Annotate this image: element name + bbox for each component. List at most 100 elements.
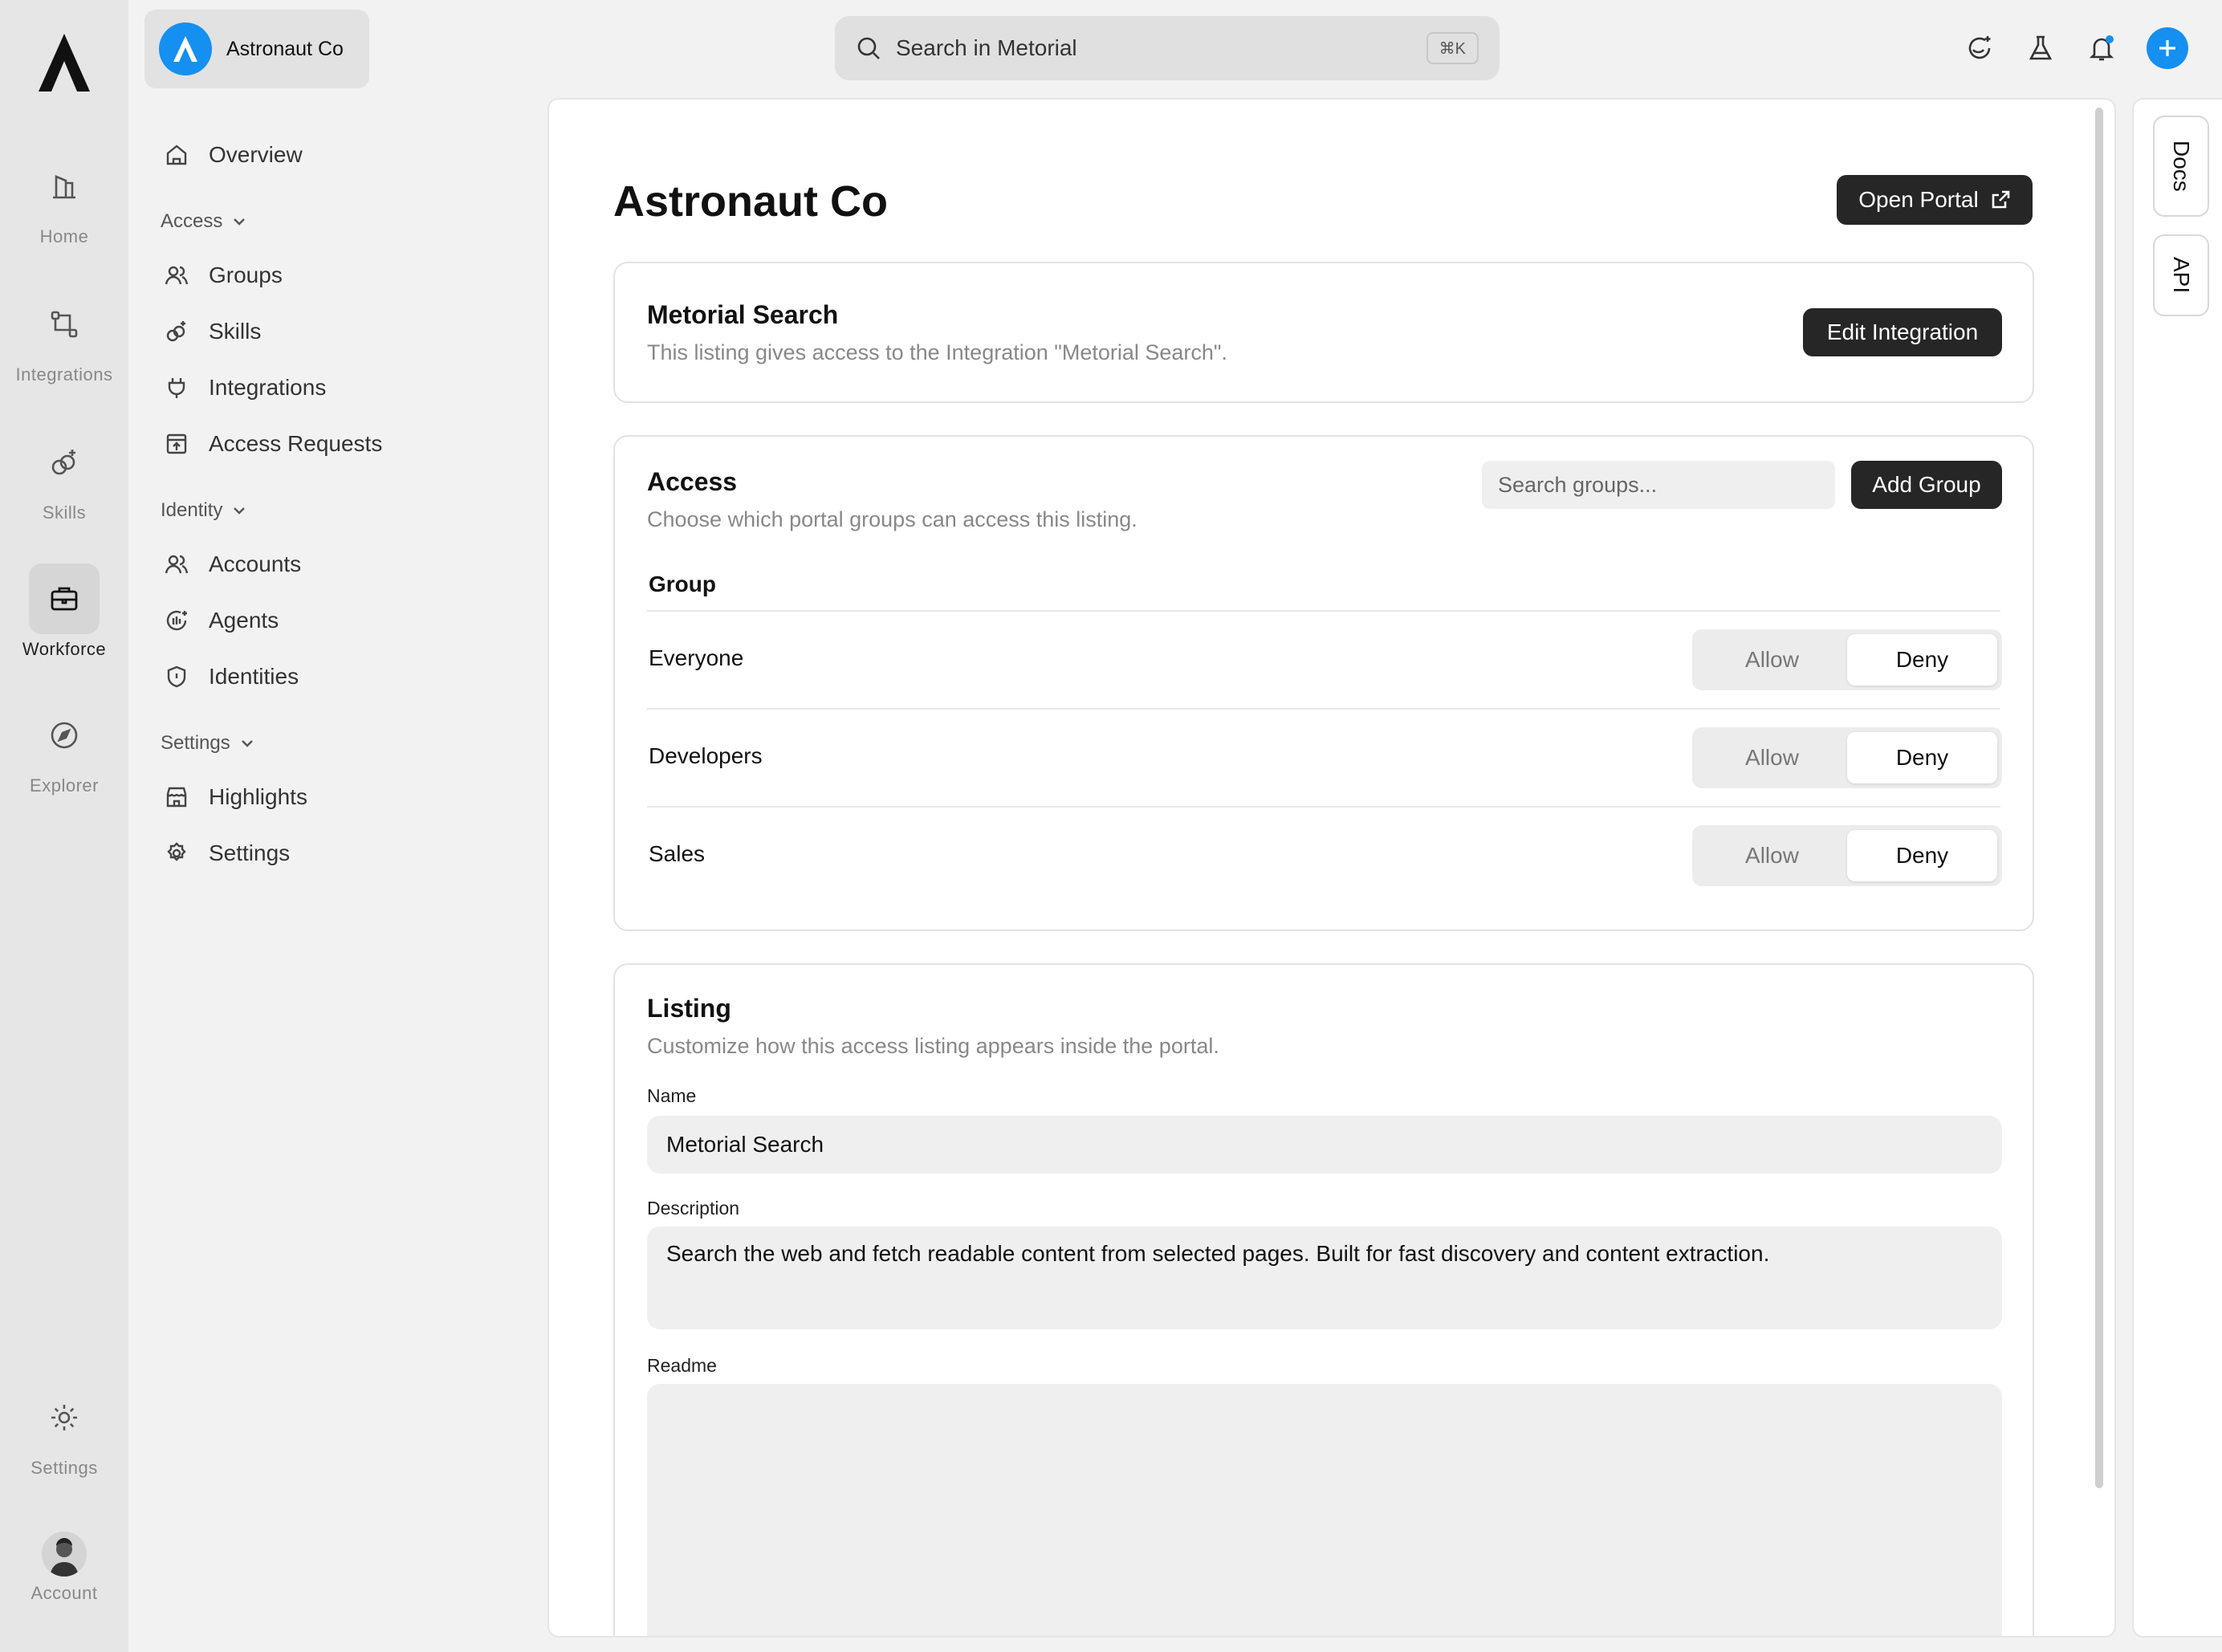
sidebar-item-label: Groups <box>209 262 283 287</box>
metorial-logo-icon[interactable] <box>35 31 93 95</box>
divider <box>647 610 2000 612</box>
integrations-icon <box>29 289 100 360</box>
sidebar-group-label: Access <box>161 210 223 232</box>
rail-item-home[interactable]: Home <box>0 151 128 247</box>
briefcase-icon <box>29 564 100 634</box>
sidebar-item-highlights[interactable]: Highlights <box>164 777 307 817</box>
listing-subtitle: Customize how this access listing appear… <box>647 1034 1219 1058</box>
users-icon <box>164 262 189 288</box>
sidebar-item-skills[interactable]: Skills <box>164 311 261 352</box>
sidebar-item-integrations[interactable]: Integrations <box>164 368 326 408</box>
plug-icon <box>164 375 189 401</box>
sidebar-item-overview[interactable]: Overview <box>164 135 303 175</box>
right-dock: Docs API <box>2132 98 2222 1638</box>
left-rail: Home Integrations Skills Workforce Explo… <box>0 0 128 1652</box>
listing-card: Listing Customize how this access listin… <box>613 963 2034 1636</box>
open-portal-button[interactable]: Open Portal <box>1837 175 2033 225</box>
gear-icon <box>29 1382 100 1453</box>
sidebar-group-label: Identity <box>161 499 223 521</box>
add-group-button[interactable]: Add Group <box>1851 461 2002 509</box>
integration-title: Metorial Search <box>647 300 839 329</box>
global-search-input[interactable]: Search in Metorial ⌘K <box>835 16 1500 80</box>
vertical-scrollbar[interactable] <box>2095 108 2103 1488</box>
rail-item-account[interactable]: Account <box>0 1530 128 1604</box>
sidebar-item-label: Skills <box>209 319 262 344</box>
deny-option[interactable]: Deny <box>1847 830 1997 881</box>
integration-card: Metorial Search This listing gives acces… <box>613 262 2034 403</box>
name-label: Name <box>647 1085 697 1106</box>
skills-icon <box>29 427 100 498</box>
allow-option[interactable]: Allow <box>1697 830 1847 881</box>
flask-icon[interactable] <box>2021 29 2060 67</box>
access-toggle-sales: Allow Deny <box>1692 825 2002 886</box>
sidebar-group-identity[interactable]: Identity <box>161 499 246 522</box>
sidebar-item-accounts[interactable]: Accounts <box>164 544 301 584</box>
keyboard-shortcut-badge: ⌘K <box>1426 32 1479 64</box>
group-name: Sales <box>649 841 706 866</box>
sidebar-group-settings[interactable]: Settings <box>161 732 254 755</box>
deny-option[interactable]: Deny <box>1847 634 1997 686</box>
shield-icon <box>164 664 189 690</box>
avatar-wrapper <box>29 1530 100 1578</box>
agent-icon <box>164 608 189 633</box>
docs-tab[interactable]: Docs <box>2153 116 2209 217</box>
org-switcher[interactable]: Astronaut Co <box>144 10 369 88</box>
rail-item-skills[interactable]: Skills <box>0 427 128 523</box>
chevron-down-icon <box>232 506 246 515</box>
rail-item-integrations[interactable]: Integrations <box>0 289 128 385</box>
main-panel: Astronaut Co Open Portal Metorial Search… <box>547 98 2116 1638</box>
sidebar-item-access-requests[interactable]: Access Requests <box>164 424 382 464</box>
external-link-icon <box>1990 189 2011 210</box>
group-column-header: Group <box>649 572 716 596</box>
rail-item-workforce[interactable]: Workforce <box>0 564 128 660</box>
access-subtitle: Choose which portal groups can access th… <box>647 507 1137 531</box>
search-groups-input[interactable]: Search groups... <box>1482 461 1835 509</box>
avatar <box>42 1532 87 1577</box>
sidebar-item-label: Integrations <box>209 375 327 400</box>
readme-label: Readme <box>647 1355 717 1376</box>
name-field[interactable]: Metorial Search <box>647 1116 2002 1174</box>
org-name: Astronaut Co <box>226 37 344 60</box>
api-tab-label: API <box>2169 257 2194 294</box>
sidebar-group-access[interactable]: Access <box>161 210 246 233</box>
compass-icon <box>29 700 100 771</box>
allow-option[interactable]: Allow <box>1697 634 1847 686</box>
chevron-down-icon <box>232 217 246 226</box>
description-field[interactable]: Search the web and fetch readable conten… <box>647 1227 2002 1329</box>
divider <box>647 806 2000 808</box>
deny-option[interactable]: Deny <box>1847 732 1997 783</box>
sidebar-item-groups[interactable]: Groups <box>164 255 283 295</box>
chevron-down-icon <box>240 739 254 748</box>
sidebar-item-label: Identities <box>209 664 299 689</box>
users-icon <box>164 551 189 577</box>
sidebar-item-agents[interactable]: Agents <box>164 600 279 641</box>
sidebar-item-label: Agents <box>209 608 279 633</box>
skills-icon <box>164 319 189 344</box>
chat-sparkle-icon[interactable] <box>1960 29 1999 67</box>
bell-icon[interactable] <box>2082 29 2121 67</box>
rail-label: Home <box>39 226 89 246</box>
edit-integration-button[interactable]: Edit Integration <box>1803 308 2002 356</box>
sidebar-group-label: Settings <box>161 732 230 754</box>
sidebar-item-label: Access Requests <box>209 431 383 456</box>
rail-label: Settings <box>31 1458 98 1478</box>
docs-tab-label: Docs <box>2169 140 2194 192</box>
home-icon <box>164 142 189 168</box>
sidebar-item-identities[interactable]: Identities <box>164 657 299 697</box>
create-new-button[interactable] <box>2147 27 2188 69</box>
search-icon <box>856 35 881 61</box>
rail-item-settings[interactable]: Settings <box>0 1382 128 1479</box>
rail-label: Integrations <box>15 364 113 385</box>
api-tab[interactable]: API <box>2153 234 2209 316</box>
allow-option[interactable]: Allow <box>1697 732 1847 783</box>
sidebar-item-label: Highlights <box>209 784 307 809</box>
rail-label: Account <box>31 1583 98 1603</box>
rail-label: Skills <box>42 503 87 523</box>
integration-subtitle: This listing gives access to the Integra… <box>647 340 1228 364</box>
sidebar-item-settings[interactable]: Settings <box>164 833 290 873</box>
rail-item-explorer[interactable]: Explorer <box>0 700 128 796</box>
description-label: Description <box>647 1198 740 1219</box>
org-logo-icon <box>159 22 212 75</box>
plus-icon <box>2157 38 2178 59</box>
readme-field[interactable] <box>647 1384 2002 1636</box>
